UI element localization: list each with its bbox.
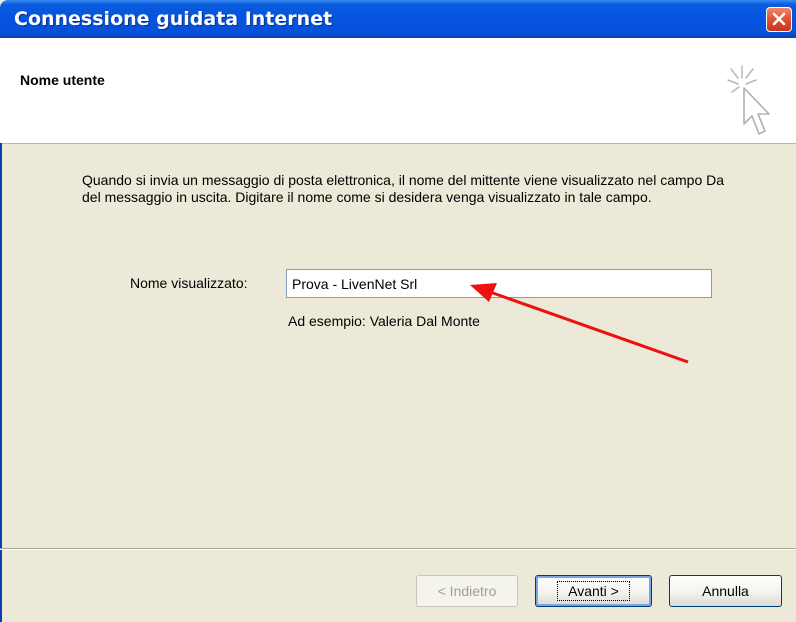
back-button[interactable]: < Indietro bbox=[416, 575, 518, 607]
footer-separator bbox=[0, 548, 796, 550]
next-button-label: Avanti > bbox=[557, 581, 630, 601]
wizard-header: Nome utente bbox=[0, 38, 796, 144]
wizard-cursor-sparkle-icon bbox=[727, 65, 770, 135]
back-button-label: < Indietro bbox=[437, 583, 497, 599]
next-button[interactable]: Avanti > bbox=[535, 575, 652, 607]
display-name-input[interactable] bbox=[286, 269, 712, 298]
display-name-label: Nome visualizzato: bbox=[130, 275, 248, 291]
cancel-button[interactable]: Annulla bbox=[669, 575, 782, 607]
close-icon bbox=[772, 12, 786, 26]
example-hint: Ad esempio: Valeria Dal Monte bbox=[288, 313, 480, 329]
cancel-button-label: Annulla bbox=[702, 583, 749, 599]
wizard-window: Connessione guidata Internet Nome utente… bbox=[0, 0, 796, 622]
page-title: Nome utente bbox=[20, 72, 105, 88]
window-border bbox=[0, 143, 2, 622]
close-button[interactable] bbox=[766, 7, 792, 32]
window-title: Connessione guidata Internet bbox=[14, 8, 333, 30]
description-text: Quando si invia un messaggio di posta el… bbox=[82, 172, 725, 205]
title-bar[interactable]: Connessione guidata Internet bbox=[0, 0, 796, 38]
